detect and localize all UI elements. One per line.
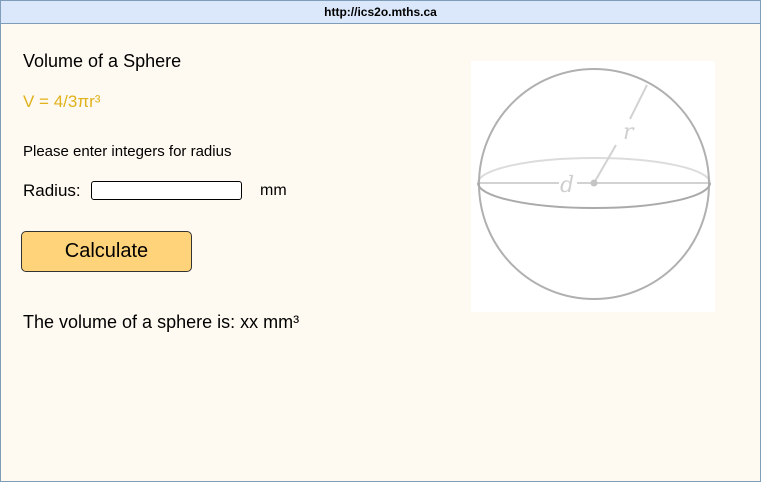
result-text: The volume of a sphere is: xx mm³ xyxy=(23,312,300,332)
radius-input[interactable] xyxy=(91,181,242,200)
sphere-illustration: r d xyxy=(477,68,711,300)
unit-label: mm xyxy=(260,182,287,199)
radius-line-upper xyxy=(629,84,648,120)
equator-front-arc xyxy=(477,182,711,209)
calculate-button[interactable]: Calculate xyxy=(21,231,192,272)
sphere-diagram: r d xyxy=(471,61,715,312)
instructions-text: Please enter integers for radius xyxy=(23,143,232,160)
equator-back-arc xyxy=(477,157,711,184)
volume-formula: V = 4/3πr³ xyxy=(23,92,101,111)
diameter-label-d: d xyxy=(560,173,574,198)
browser-window: http://ics2o.mths.ca Volume of a Sphere … xyxy=(0,0,761,482)
radius-label-r: r xyxy=(623,120,635,145)
url-bar: http://ics2o.mths.ca xyxy=(1,1,760,24)
radius-label: Radius: xyxy=(23,181,81,200)
page-title: Volume of a Sphere xyxy=(23,51,182,71)
radius-line-lower xyxy=(593,144,617,184)
center-point xyxy=(590,179,598,187)
